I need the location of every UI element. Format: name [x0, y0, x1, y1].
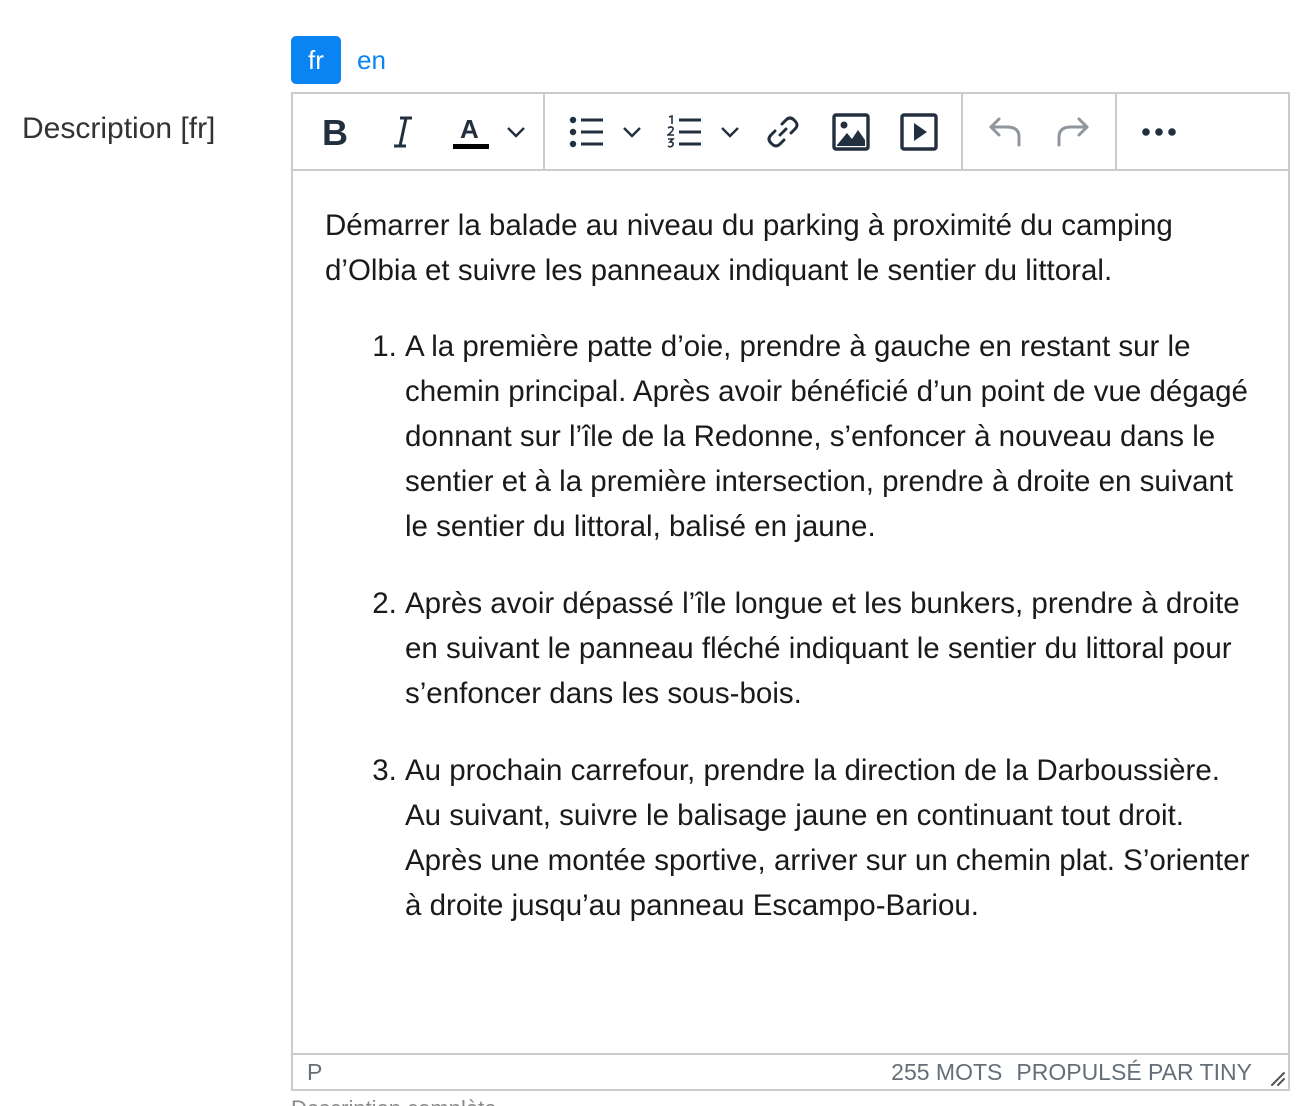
- rich-text-editor: B A Démarrer la balade au niveau du park…: [291, 92, 1290, 1091]
- numbered-list-dropdown[interactable]: [715, 104, 745, 160]
- italic-icon: [394, 116, 412, 147]
- bullet-list-button[interactable]: [559, 104, 615, 160]
- tab-lang-en[interactable]: en: [345, 36, 398, 84]
- element-path[interactable]: P: [307, 1059, 891, 1086]
- numbered-list-icon: [667, 114, 701, 148]
- undo-button[interactable]: [977, 104, 1033, 160]
- toolbar-group-history: [963, 94, 1117, 169]
- editor-statusbar: P 255 MOTS PROPULSÉ PAR TINY: [293, 1053, 1288, 1089]
- text-color-dropdown[interactable]: [501, 104, 531, 160]
- tab-lang-fr[interactable]: fr: [291, 36, 341, 84]
- insert-media-button[interactable]: [891, 104, 947, 160]
- bullet-list-icon: [569, 116, 603, 147]
- chevron-down-icon: [721, 126, 739, 138]
- steps-list: A la première patte d’oie, prendre à gau…: [325, 324, 1256, 928]
- bold-button[interactable]: B: [307, 104, 363, 160]
- toolbar-group-more: [1117, 94, 1201, 169]
- toolbar-group-lists: [545, 94, 963, 169]
- more-button[interactable]: [1131, 104, 1187, 160]
- redo-button[interactable]: [1045, 104, 1101, 160]
- page: fr en Description [fr] B A Démarrer la b…: [0, 0, 1308, 1106]
- bullet-list-split-button: [557, 104, 647, 160]
- chevron-down-icon: [507, 126, 525, 138]
- undo-icon: [989, 117, 1021, 146]
- field-label: Description [fr]: [22, 112, 216, 145]
- link-icon: [767, 116, 799, 147]
- image-icon: [832, 112, 870, 151]
- svg-text:A: A: [460, 114, 479, 144]
- text-color-button[interactable]: A: [443, 104, 499, 160]
- language-tabs: fr en: [291, 36, 398, 84]
- word-count[interactable]: 255 MOTS: [891, 1059, 1002, 1086]
- text-color-split-button: A: [441, 104, 531, 160]
- italic-button[interactable]: [375, 104, 431, 160]
- list-item: A la première patte d’oie, prendre à gau…: [405, 324, 1256, 549]
- numbered-list-split-button: [655, 104, 745, 160]
- editor-toolbar: B A: [293, 94, 1288, 171]
- redo-icon: [1057, 117, 1089, 146]
- status-right: 255 MOTS PROPULSÉ PAR TINY: [891, 1059, 1252, 1086]
- bullet-list-dropdown[interactable]: [617, 104, 647, 160]
- toolbar-group-format: B A: [293, 94, 545, 169]
- list-item: Après avoir dépassé l’île longue et les …: [405, 581, 1256, 716]
- chevron-down-icon: [623, 126, 641, 138]
- bold-icon: B: [322, 115, 348, 149]
- resize-handle-icon[interactable]: [1268, 1069, 1286, 1087]
- field-help-text: Description complète: [291, 1096, 496, 1106]
- link-button[interactable]: [755, 104, 811, 160]
- svg-text:B: B: [322, 115, 348, 149]
- numbered-list-button[interactable]: [657, 104, 713, 160]
- editor-content-area[interactable]: Démarrer la balade au niveau du parking …: [293, 171, 1288, 1053]
- more-icon: [1142, 127, 1176, 136]
- text-color-icon: A: [453, 114, 489, 149]
- branding-link[interactable]: PROPULSÉ PAR TINY: [1016, 1059, 1252, 1086]
- list-item: Au prochain carrefour, prendre la direct…: [405, 748, 1256, 928]
- intro-paragraph: Démarrer la balade au niveau du parking …: [325, 209, 1173, 287]
- insert-image-button[interactable]: [823, 104, 879, 160]
- media-icon: [900, 112, 938, 151]
